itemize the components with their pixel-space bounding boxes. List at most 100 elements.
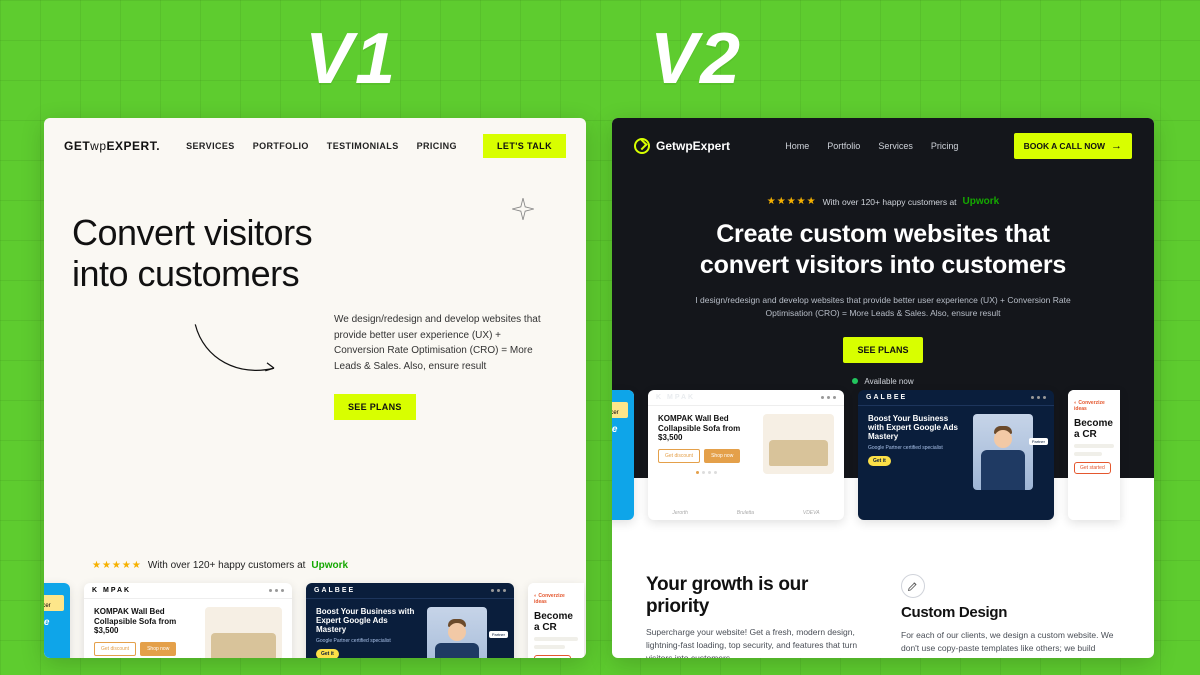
lets-talk-button[interactable]: LET'S TALK — [483, 134, 566, 158]
arrow-icon — [184, 320, 294, 395]
nav-services[interactable]: Services — [878, 141, 913, 151]
v2-dark-hero: GetwpExpert Home Portfolio Services Pric… — [612, 118, 1154, 478]
pen-nib-icon — [901, 574, 925, 598]
tile-title: KOMPAK Wall Bed Collapsible Sofa from $3… — [94, 607, 197, 636]
see-plans-button[interactable]: SEE PLANS — [334, 394, 416, 420]
stars-icon: ★★★★★ — [767, 196, 817, 207]
tile-brand: K MPAK — [656, 394, 695, 401]
tile-btn: Get discount — [94, 642, 136, 656]
tile-brand: GALBEE — [866, 394, 907, 401]
v1-headline-line2: into customers — [72, 253, 412, 294]
avatar-image — [973, 414, 1033, 490]
see-plans-button[interactable]: SEE PLANS — [843, 337, 922, 363]
feature-custom-design: Custom Design For each of our clients, w… — [901, 574, 1120, 658]
v2-panel: GetwpExpert Home Portfolio Services Pric… — [612, 118, 1154, 658]
v1-logo-part-a: GET — [64, 139, 90, 153]
tile-btn: Shop now — [704, 449, 740, 463]
tile-title: KOMPAK Wall Bed Collapsible Sofa from $3… — [658, 414, 755, 443]
v1-nav: SERVICES PORTFOLIO TESTIMONIALS PRICING — [186, 141, 457, 151]
tile-brand: GALBEE — [314, 587, 355, 594]
tile-title: fitable — [44, 617, 64, 628]
v2-headline: Create custom websites that convert visi… — [612, 219, 1154, 282]
avatar-image — [427, 607, 487, 658]
logo-mark-icon — [634, 138, 650, 154]
brand-item: Jerorth — [672, 510, 688, 516]
portfolio-tile-galbee[interactable]: GALBEE Boost Your Business with Expert G… — [858, 390, 1054, 520]
v1-logo[interactable]: GETwpEXPERT. — [64, 139, 160, 153]
sparkle-icon — [510, 196, 536, 227]
book-call-button[interactable]: BOOK A CALL NOW → — [1014, 133, 1132, 159]
status-dot-icon — [852, 378, 858, 384]
v2-logo[interactable]: GetwpExpert — [634, 138, 730, 154]
portfolio-tile-conversize[interactable]: ◐ Converzize ideas Become a CR Get started — [528, 583, 584, 658]
v2-header: GetwpExpert Home Portfolio Services Pric… — [612, 118, 1154, 162]
tile-title: Become a CR — [1074, 418, 1114, 440]
v1-header: GETwpEXPERT. SERVICES PORTFOLIO TESTIMON… — [44, 118, 586, 162]
portfolio-tile-profitable[interactable]: Be a freelancer fitable — [44, 583, 70, 658]
v1-headline-line1: Convert visitors — [72, 212, 412, 253]
v1-headline: Convert visitors into customers — [72, 212, 412, 295]
v1-logo-part-b: wp — [90, 139, 106, 153]
v2-headline-line1: Create custom websites that — [612, 219, 1154, 250]
portfolio-tile-kompak[interactable]: K MPAK KOMPAK Wall Bed Collapsible Sofa … — [648, 390, 844, 520]
tile-btn: Shop now — [140, 642, 176, 656]
nav-portfolio[interactable]: PORTFOLIO — [253, 141, 309, 151]
cta-label: BOOK A CALL NOW — [1024, 141, 1105, 151]
brand-item: VDEVA — [803, 510, 820, 516]
v1-logo-part-c: EXPERT. — [107, 139, 161, 153]
portfolio-tile-galbee[interactable]: GALBEE Boost Your Business with Expert G… — [306, 583, 514, 658]
portfolio-tile-profitable[interactable]: Be a freelancer fitable — [612, 390, 634, 520]
tile-logo: ◐ Converzize ideas — [1074, 400, 1114, 412]
tile-btn: Get discount — [658, 449, 700, 463]
partner-tag: Partner — [1029, 438, 1048, 445]
tile-title: fitable — [612, 424, 628, 435]
portfolio-tile-kompak[interactable]: K MPAK KOMPAK Wall Bed Collapsible Sofa … — [84, 583, 292, 658]
v2-portfolio-carousel[interactable]: Be a freelancer fitable K MPAK KOMPAK Wal… — [612, 390, 1154, 520]
tile-btn: Get started — [534, 655, 571, 658]
v2-hero: ★★★★★ With over 120+ happy customers at … — [612, 162, 1154, 386]
v2-logo-text: GetwpExpert — [656, 139, 730, 153]
tile-title: Boost Your Business with Expert Google A… — [316, 607, 419, 635]
feature-heading: Custom Design — [901, 604, 1120, 621]
v2-headline-line2: convert visitors into customers — [612, 250, 1154, 281]
v2-subtext: I design/redesign and develop websites t… — [693, 294, 1073, 321]
version-label-v2: V2 — [650, 18, 742, 100]
upwork-brand: Upwork — [963, 196, 1000, 207]
tile-logo: ◐ Converzize ideas — [534, 593, 578, 605]
tile-badge: Be a freelancer — [612, 402, 628, 418]
nav-home[interactable]: Home — [785, 141, 809, 151]
tile-title: Boost Your Business with Expert Google A… — [868, 414, 965, 442]
nav-portfolio[interactable]: Portfolio — [827, 141, 860, 151]
comparison-canvas: V1 V2 GETwpEXPERT. SERVICES PORTFOLIO TE… — [0, 0, 1200, 675]
tile-title: Become a CR — [534, 611, 578, 633]
tile-badge: Be a freelancer — [44, 595, 64, 611]
v1-portfolio-carousel[interactable]: Be a freelancer fitable K MPAK KOMPAK Wal… — [44, 583, 586, 658]
upwork-brand: Upwork — [311, 560, 348, 571]
nav-pricing[interactable]: PRICING — [417, 141, 457, 151]
partner-tag: Partner — [489, 631, 508, 638]
nav-pricing[interactable]: Pricing — [931, 141, 959, 151]
v2-rating: ★★★★★ With over 120+ happy customers at … — [612, 196, 1154, 207]
tile-mini: Google Partner certified specialist — [316, 638, 419, 644]
nav-testimonials[interactable]: TESTIMONIALS — [327, 141, 399, 151]
stars-icon: ★★★★★ — [92, 560, 142, 571]
nav-services[interactable]: SERVICES — [186, 141, 235, 151]
feature-text: For each of our clients, we design a cus… — [901, 629, 1120, 658]
rating-text: With over 120+ happy customers at — [823, 197, 957, 207]
v2-nav: Home Portfolio Services Pricing — [785, 141, 958, 151]
feature-growth: Your growth is our priority Supercharge … — [646, 574, 865, 658]
v1-hero: Convert visitors into customers We desig… — [44, 162, 586, 295]
availability-badge: Available now — [612, 377, 1154, 386]
tile-pill: Get it — [868, 456, 891, 466]
tile-btn: Get started — [1074, 462, 1111, 474]
brand-item: Bruletta — [737, 510, 754, 516]
tile-mini: Google Partner certified specialist — [868, 445, 965, 451]
v1-panel: GETwpEXPERT. SERVICES PORTFOLIO TESTIMON… — [44, 118, 586, 658]
availability-text: Available now — [864, 377, 913, 386]
feature-text: Supercharge your website! Get a fresh, m… — [646, 626, 865, 658]
v1-subtext: We design/redesign and develop websites … — [334, 312, 554, 374]
tile-brand: K MPAK — [92, 587, 131, 594]
portfolio-tile-conversize[interactable]: ◐ Converzize ideas Become a CR Get started — [1068, 390, 1120, 520]
version-label-v1: V1 — [305, 18, 397, 100]
feature-heading: Your growth is our priority — [646, 574, 865, 618]
